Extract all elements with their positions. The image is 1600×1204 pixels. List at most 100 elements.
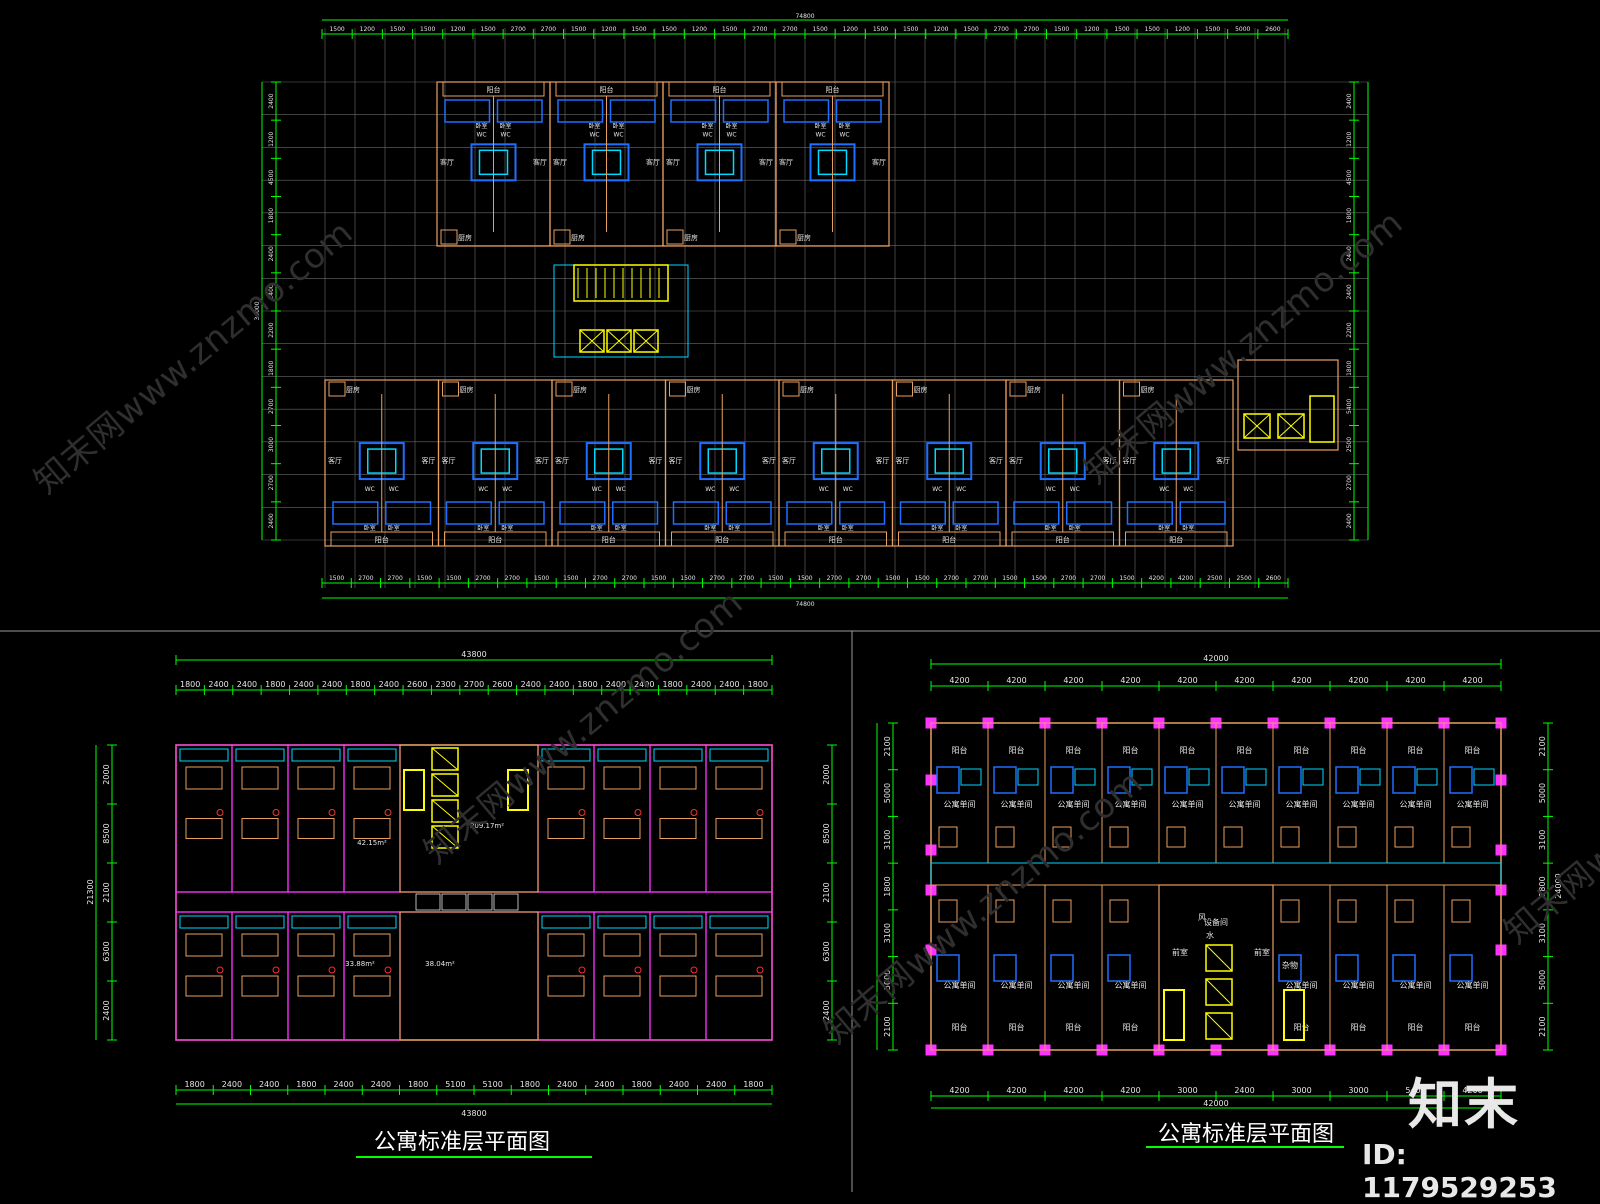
dimension-label: 1200 xyxy=(360,26,375,33)
dimension-label: 4200 xyxy=(1149,575,1164,582)
apartment-unit xyxy=(343,744,401,893)
dimension-label: 2400 xyxy=(259,1080,279,1089)
fixture-marker xyxy=(328,966,336,974)
living-label: 客厅 xyxy=(1123,456,1137,465)
elevator-cross xyxy=(431,825,459,849)
bedroom-label: 卧室 xyxy=(1158,524,1170,532)
dimension-label: 2100 xyxy=(102,882,111,902)
apartment-unit: 阳台 厨房客厅 客厅卧室 卧室 WC WC xyxy=(664,379,780,547)
wc-label: WC xyxy=(589,131,599,138)
dimension-label: 2600 xyxy=(1266,575,1281,582)
living-label: 客厅 xyxy=(759,157,773,166)
dimension-label: 43800 xyxy=(461,650,486,659)
apartment-unit: 阳台公寓单间 xyxy=(1044,722,1103,864)
unit-label: 公寓单间 xyxy=(1457,799,1489,809)
dimension-label: 1800 xyxy=(1346,360,1353,375)
dimension-label: 2700 xyxy=(827,575,842,582)
balcony-label: 阳台 xyxy=(375,535,389,544)
unit-label: 公寓单间 xyxy=(1286,799,1318,809)
balcony-label: 阳台 xyxy=(602,535,616,544)
area-label: 38.04m² xyxy=(425,960,455,968)
living-label: 客厅 xyxy=(876,456,890,465)
dimension-label: 1500 xyxy=(1119,575,1134,582)
bed xyxy=(353,975,391,997)
dimension-total-left: 21300 xyxy=(86,879,95,904)
wc-label: WC xyxy=(956,486,966,493)
dimension-label: 3100 xyxy=(883,923,892,943)
balcony-outline xyxy=(347,748,397,762)
wc-label: WC xyxy=(500,131,510,138)
apartment-unit xyxy=(231,744,289,893)
bed xyxy=(715,933,763,957)
shaft-box xyxy=(467,893,493,911)
bedroom-furniture xyxy=(725,501,772,525)
living-label: 客厅 xyxy=(1103,456,1117,465)
dimension-label: 4200 xyxy=(1348,676,1368,685)
wc-label: WC xyxy=(843,486,853,493)
bedroom-furniture xyxy=(496,99,543,123)
bedroom-furniture xyxy=(332,501,379,525)
kitchen-outline xyxy=(896,381,913,397)
bed xyxy=(547,766,585,790)
living-label: 客厅 xyxy=(782,456,796,465)
balcony-label: 阳台 xyxy=(600,85,614,94)
unit-label: 公寓单间 xyxy=(1115,799,1147,809)
bathroom-outline xyxy=(1337,899,1357,923)
dimension-label: 1500 xyxy=(903,26,918,33)
kitchen-label: 厨房 xyxy=(573,385,587,394)
bedroom-furniture xyxy=(835,99,882,123)
corridor xyxy=(175,891,773,913)
front-room-label: 前室 xyxy=(1172,947,1188,957)
dimension-label: 5000 xyxy=(1538,970,1547,990)
dimension-label: 1500 xyxy=(534,575,549,582)
shaft-box xyxy=(441,893,467,911)
dimension-label: 2700 xyxy=(1061,575,1076,582)
bedroom-furniture xyxy=(557,99,604,123)
dimension-label: 2100 xyxy=(883,736,892,756)
dimension-label: 2700 xyxy=(268,475,275,490)
dimension-label: 2700 xyxy=(541,26,556,33)
dimension-label: 2700 xyxy=(710,575,725,582)
wc-label: WC xyxy=(819,486,829,493)
apartment-unit: 阳台公寓单间 xyxy=(1215,722,1274,864)
dimension-label: 2400 xyxy=(294,680,314,689)
dimension-label: 1800 xyxy=(883,876,892,896)
dimension-label: 1500 xyxy=(722,26,737,33)
dimension-label: 6300 xyxy=(102,941,111,961)
apartment-unit: 公寓单间阳台 xyxy=(987,884,1046,1051)
dimension-label: 2700 xyxy=(475,575,490,582)
apartment-unit: 阳台公寓单间 xyxy=(1443,722,1502,864)
dimension-label: 2700 xyxy=(856,575,871,582)
kitchen-label: 厨房 xyxy=(1141,385,1155,394)
bathroom-outline xyxy=(1109,826,1129,848)
apartment-unit xyxy=(705,744,773,893)
dimension-label: 1800 xyxy=(743,1080,763,1089)
balcony-outline xyxy=(653,915,703,929)
bathroom-outline xyxy=(1451,899,1471,923)
kitchen-label: 厨房 xyxy=(684,233,698,242)
dimension-total-top: 74800 xyxy=(795,13,814,20)
dimension-label: 4200 xyxy=(1178,575,1193,582)
dimension-label: 1800 xyxy=(662,680,682,689)
bedroom-label: 卧室 xyxy=(701,122,713,130)
apartment-unit: 公寓单间阳台 xyxy=(1101,884,1160,1051)
dimension-label: 3000 xyxy=(1291,1086,1311,1095)
desk xyxy=(960,768,982,786)
bed xyxy=(1449,954,1473,982)
dimension-label: 2700 xyxy=(973,575,988,582)
apartment-unit: 阳台 厨房客厅 客厅卧室 卧室 WC WC xyxy=(1118,379,1234,547)
apartment-unit xyxy=(649,744,707,893)
apartment-unit: 公寓单间阳台 xyxy=(1443,884,1502,1051)
dimension-label: 2400 xyxy=(594,1080,614,1089)
dimension-label: 8500 xyxy=(822,823,831,843)
kitchen-outline xyxy=(782,381,800,397)
dimension-label: 1200 xyxy=(450,26,465,33)
dimension-label: 3100 xyxy=(1538,830,1547,850)
fixture-marker xyxy=(634,809,642,816)
fixture-marker xyxy=(690,809,698,816)
dimension-label: 6300 xyxy=(822,941,831,961)
desk xyxy=(1131,768,1153,786)
bedroom-label: 卧室 xyxy=(842,524,854,532)
fixture-marker xyxy=(272,966,280,974)
bed xyxy=(1278,766,1302,794)
